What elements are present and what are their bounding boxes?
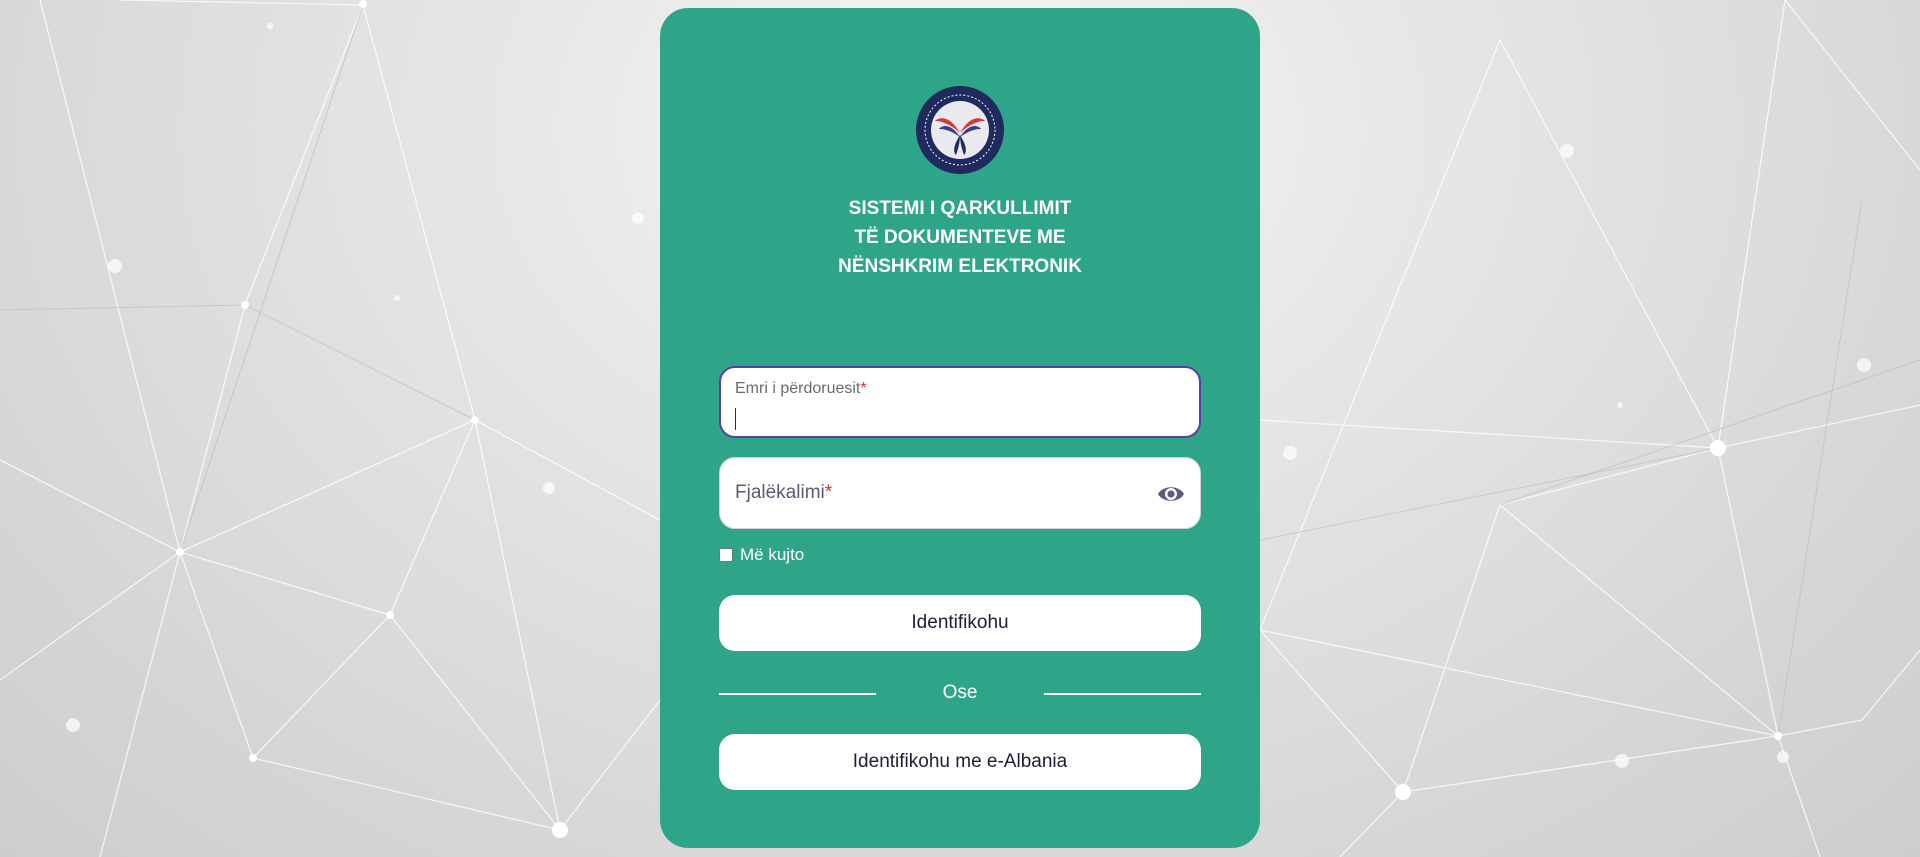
- app-title: SISTEMI I QARKULLIMIT TË DOKUMENTEVE ME …: [660, 194, 1260, 281]
- login-button[interactable]: Identifikohu: [719, 595, 1201, 651]
- text-caret: [735, 408, 736, 430]
- eye-icon[interactable]: [1156, 482, 1186, 506]
- password-field[interactable]: Fjalëkalimi*: [719, 457, 1201, 529]
- required-mark: *: [860, 380, 867, 397]
- divider-line: [1044, 693, 1201, 695]
- username-label: Emri i përdoruesit*: [735, 380, 867, 397]
- app-title-line: TË DOKUMENTEVE ME: [854, 227, 1066, 248]
- or-divider: Ose: [719, 680, 1201, 706]
- required-mark: *: [824, 482, 833, 503]
- remember-checkbox[interactable]: [719, 548, 733, 562]
- username-field[interactable]: Emri i përdoruesit*: [719, 366, 1201, 438]
- ealbania-login-button[interactable]: Identifikohu me e-Albania: [719, 734, 1201, 790]
- app-title-line: SISTEMI I QARKULLIMIT: [848, 198, 1072, 219]
- login-card: SISTEMI I QARKULLIMIT TË DOKUMENTEVE ME …: [660, 8, 1260, 848]
- remember-me[interactable]: Më kujto: [719, 545, 804, 565]
- government-seal-logo: [916, 86, 1004, 174]
- remember-label: Më kujto: [740, 545, 805, 564]
- app-title-line: NËNSHKRIM ELEKTRONIK: [838, 256, 1082, 277]
- password-label: Fjalëkalimi*: [735, 482, 833, 503]
